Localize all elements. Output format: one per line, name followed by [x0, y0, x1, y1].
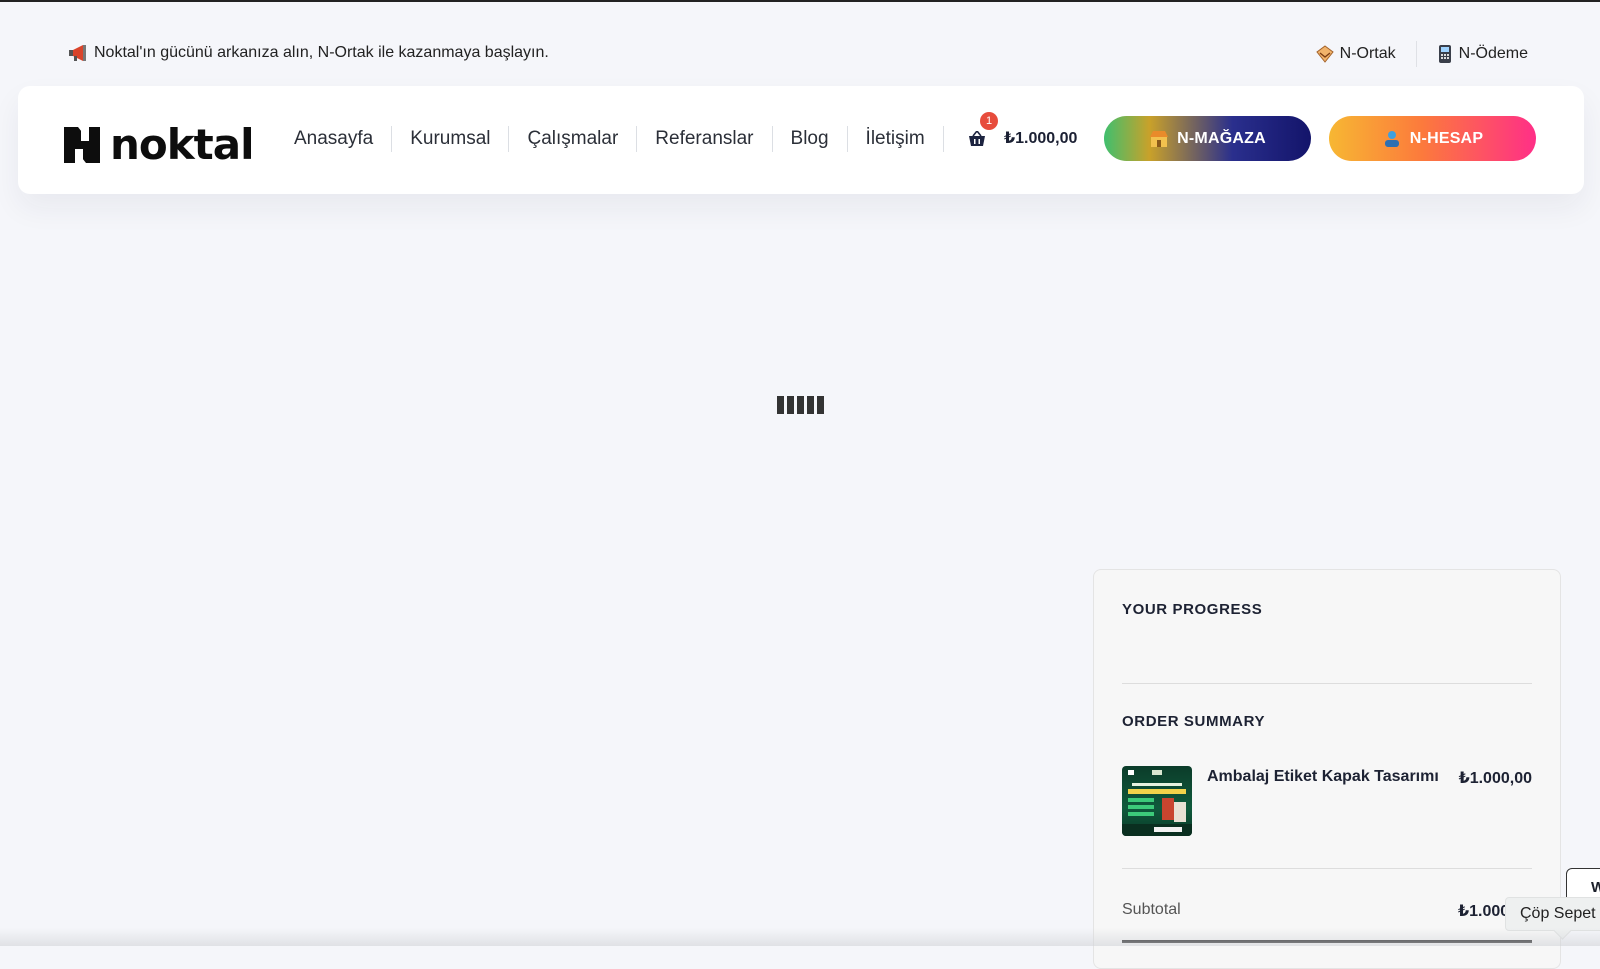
- divider: [1122, 683, 1532, 684]
- n-odeme-label: N-Ödeme: [1458, 45, 1528, 62]
- order-panel: YOUR PROGRESS ORDER SUMMARY Ambalaj Etik…: [1093, 569, 1561, 969]
- nav-item-kurumsal[interactable]: Kurumsal: [392, 128, 508, 150]
- nav-item-anasayfa[interactable]: Anasayfa: [276, 128, 391, 150]
- loader-bar: [787, 396, 794, 414]
- trash-tooltip: Çöp Sepet: [1505, 897, 1600, 931]
- n-magaza-label: N-MAĞAZA: [1177, 129, 1266, 147]
- announcement: Noktal'ın gücünü arkanıza alın, N-Ortak …: [68, 44, 549, 62]
- cart-icon-wrapper: 1: [966, 112, 998, 150]
- n-odeme-link[interactable]: N-Ödeme: [1417, 44, 1528, 64]
- n-hesap-label: N-HESAP: [1409, 129, 1484, 147]
- progress-title: YOUR PROGRESS: [1122, 601, 1263, 618]
- main-nav: Anasayfa Kurumsal Çalışmalar Referanslar…: [276, 124, 944, 154]
- product-price: ₺1.000,00: [1458, 770, 1532, 787]
- order-summary-title: ORDER SUMMARY: [1122, 713, 1266, 730]
- nav-item-iletisim[interactable]: İletişim: [848, 128, 943, 150]
- product-image: [1122, 770, 1192, 836]
- window-top-border: [0, 0, 1600, 2]
- top-links: N-Ortak N-Ödeme: [1296, 41, 1528, 67]
- divider: [1122, 868, 1532, 869]
- store-icon: [1150, 130, 1169, 147]
- logo-mark-icon: [64, 126, 100, 163]
- logo-text: noktal: [110, 120, 255, 169]
- bottom-shadow: [0, 928, 1600, 946]
- nav-item-calismalar[interactable]: Çalışmalar: [509, 128, 636, 150]
- product-thumbnail[interactable]: [1122, 766, 1192, 836]
- n-magaza-button[interactable]: N-MAĞAZA: [1104, 116, 1311, 161]
- announcement-bar: Noktal'ın gücünü arkanıza alın, N-Ortak …: [0, 36, 1600, 72]
- megaphone-icon: [69, 45, 86, 61]
- n-ortak-link[interactable]: N-Ortak: [1296, 45, 1416, 63]
- handshake-icon: [1315, 45, 1334, 63]
- n-hesap-button[interactable]: N-HESAP: [1329, 116, 1536, 161]
- loading-indicator: [777, 396, 824, 414]
- basket-icon: [969, 131, 985, 146]
- logo[interactable]: noktal: [64, 120, 255, 169]
- site-header: noktal Anasayfa Kurumsal Çalışmalar Refe…: [18, 86, 1584, 194]
- product-name: Ambalaj Etiket Kapak Tasarımı: [1207, 768, 1439, 785]
- cart-button[interactable]: 1 ₺1.000,00: [966, 112, 1078, 150]
- loader-bar: [777, 396, 784, 414]
- nav-divider: [942, 126, 944, 152]
- loader-bar: [797, 396, 804, 414]
- payment-terminal-icon: [1438, 45, 1451, 63]
- subtotal-value: ₺1.000: [1458, 903, 1510, 920]
- loader-bar: [807, 396, 814, 414]
- user-icon: [1384, 130, 1399, 147]
- cart-count-badge: 1: [980, 112, 998, 130]
- loader-bar: [817, 396, 824, 414]
- cart-total: ₺1.000,00: [1004, 130, 1078, 147]
- nav-item-referanslar[interactable]: Referanslar: [637, 128, 771, 150]
- announcement-text: Noktal'ın gücünü arkanıza alın, N-Ortak …: [94, 44, 549, 61]
- nav-item-blog[interactable]: Blog: [773, 128, 847, 150]
- n-ortak-label: N-Ortak: [1339, 45, 1396, 62]
- subtotal-label: Subtotal: [1122, 901, 1181, 918]
